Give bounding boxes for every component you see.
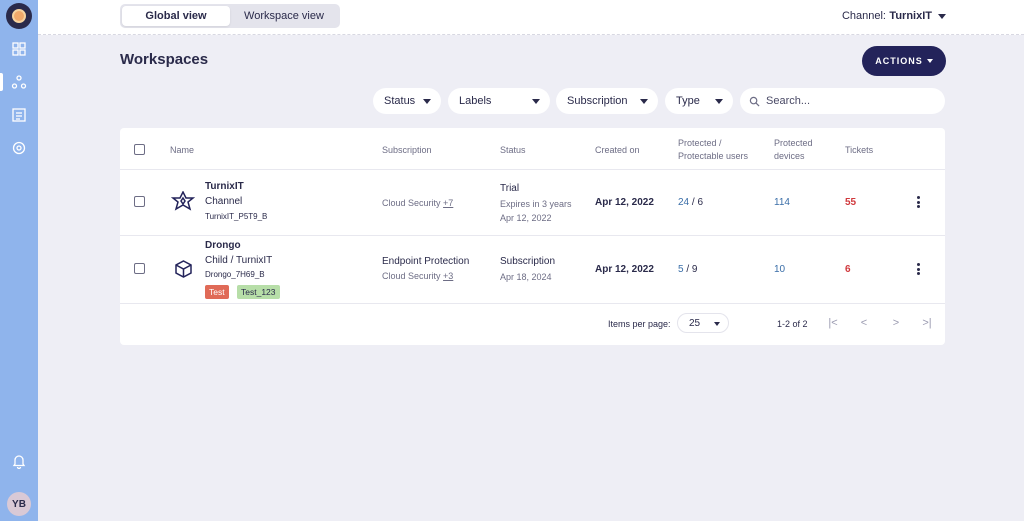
workspace-name[interactable]: Drongo: [205, 240, 241, 251]
subscription-filter[interactable]: Subscription: [556, 88, 658, 114]
status-filter[interactable]: Status: [373, 88, 441, 114]
row-checkbox[interactable]: [134, 196, 145, 207]
dashboard-icon[interactable]: [11, 41, 27, 57]
search-icon: [749, 96, 760, 107]
subscription-more-link[interactable]: +7: [443, 198, 453, 208]
tag-badge[interactable]: Test_123: [237, 285, 280, 299]
protected-users: 24 / 6: [678, 197, 703, 208]
header-protected-devices-line2: devices: [774, 151, 805, 161]
workspace-type: Channel: [205, 196, 243, 207]
tickets-count[interactable]: 55: [845, 197, 856, 208]
tag-badge[interactable]: Test: [205, 285, 229, 299]
protected-users-count[interactable]: 5: [678, 264, 684, 275]
chevron-down-icon: [640, 99, 648, 104]
type-filter[interactable]: Type: [665, 88, 733, 114]
subscription-secondary-label: Cloud Security: [382, 198, 441, 208]
status-text: Subscription: [500, 256, 556, 267]
items-per-page-select[interactable]: 25: [677, 313, 729, 333]
channel-label: Channel:: [841, 10, 886, 22]
first-page-icon[interactable]: |<: [826, 317, 840, 329]
row-divider: [120, 235, 945, 236]
user-avatar[interactable]: YB: [7, 492, 31, 516]
select-all-checkbox[interactable]: [134, 144, 145, 155]
row-divider: [120, 169, 945, 170]
subscription-secondary-label: Cloud Security: [382, 271, 441, 281]
labels-filter[interactable]: Labels: [448, 88, 550, 114]
status-date: Apr 18, 2024: [500, 272, 552, 282]
row-divider: [120, 303, 945, 304]
protectable-users-count: / 9: [686, 264, 698, 275]
prev-page-icon[interactable]: <: [857, 317, 871, 329]
subscription-secondary: Cloud Security +7: [382, 198, 453, 208]
app-logo[interactable]: [6, 3, 32, 29]
header-name[interactable]: Name: [170, 144, 194, 157]
sidebar-active-indicator: [0, 73, 3, 91]
workspace-type: Child / TurnixIT: [205, 255, 273, 266]
status-filter-label: Status: [384, 95, 416, 107]
header-protected-devices[interactable]: Protected devices: [774, 137, 813, 163]
chevron-down-icon: [423, 99, 431, 104]
chevron-down-icon: [715, 99, 723, 104]
header-tickets[interactable]: Tickets: [845, 144, 873, 157]
status-date: Apr 12, 2022: [500, 213, 552, 223]
view-toggle: Global view Workspace view: [120, 4, 340, 28]
settings-icon[interactable]: [11, 140, 27, 156]
search-box: [740, 88, 945, 114]
protected-devices-count[interactable]: 10: [774, 264, 785, 275]
protected-users-count[interactable]: 24: [678, 197, 689, 208]
search-input[interactable]: [766, 95, 936, 107]
channel-star-icon: [171, 191, 195, 211]
items-per-page-value: 25: [689, 317, 701, 329]
tickets-count[interactable]: 6: [845, 264, 851, 275]
header-created-on[interactable]: Created on: [595, 144, 640, 157]
created-date: Apr 12, 2022: [595, 264, 654, 275]
subscription-filter-label: Subscription: [567, 95, 628, 107]
workspace-name[interactable]: TurnixIT: [205, 181, 244, 192]
last-page-icon[interactable]: >|: [920, 317, 934, 329]
header-protected-users-line2: Protectable users: [678, 151, 749, 161]
subscription-more-link[interactable]: +3: [443, 271, 453, 281]
subscription-secondary: Cloud Security +3: [382, 271, 453, 281]
header-status[interactable]: Status: [500, 144, 526, 157]
workspaces-table: Name Subscription Status Created on Prot…: [120, 128, 945, 345]
protectable-users-count: / 6: [691, 197, 704, 208]
row-menu-icon[interactable]: [916, 196, 920, 208]
items-per-page-label: Items per page:: [608, 319, 671, 329]
top-bar: Global view Workspace view Channel: Turn…: [38, 0, 1024, 35]
header-protected-users[interactable]: Protected / Protectable users: [678, 137, 748, 163]
created-date: Apr 12, 2022: [595, 197, 654, 208]
workspace-code: TurnixIT_P5T9_B: [205, 212, 268, 221]
header-protected-users-line1: Protected /: [678, 138, 722, 148]
row-checkbox[interactable]: [134, 263, 145, 274]
bell-icon[interactable]: [11, 453, 27, 469]
protected-users: 5 / 9: [678, 264, 697, 275]
actions-button[interactable]: ACTIONS: [862, 46, 946, 76]
logo-mark-icon: [12, 9, 26, 23]
workspace-code: Drongo_7H69_B: [205, 270, 265, 279]
sidebar: YB: [0, 0, 38, 521]
pagination-range: 1-2 of 2: [777, 319, 808, 329]
subscription-primary: Endpoint Protection: [382, 256, 470, 267]
labels-filter-label: Labels: [459, 95, 492, 107]
chevron-down-icon: [714, 322, 720, 326]
type-filter-label: Type: [676, 95, 700, 107]
chevron-down-icon[interactable]: [938, 14, 946, 19]
channel-selector[interactable]: TurnixIT: [889, 10, 932, 22]
list-icon[interactable]: [11, 107, 27, 123]
tab-workspace-view[interactable]: Workspace view: [230, 6, 338, 26]
actions-button-label: ACTIONS: [875, 56, 923, 66]
header-protected-devices-line1: Protected: [774, 138, 813, 148]
row-menu-icon[interactable]: [916, 263, 920, 275]
protected-devices-count[interactable]: 114: [774, 197, 790, 208]
tab-global-view[interactable]: Global view: [122, 6, 230, 26]
status-detail: Expires in 3 years: [500, 199, 572, 209]
cube-icon: [175, 260, 192, 278]
chevron-down-icon: [926, 59, 933, 63]
chevron-down-icon: [532, 99, 540, 104]
workspaces-icon[interactable]: [11, 74, 27, 90]
page-title: Workspaces: [120, 51, 209, 68]
status-text: Trial: [500, 183, 520, 194]
header-subscription[interactable]: Subscription: [382, 144, 432, 157]
next-page-icon[interactable]: >: [889, 317, 903, 329]
